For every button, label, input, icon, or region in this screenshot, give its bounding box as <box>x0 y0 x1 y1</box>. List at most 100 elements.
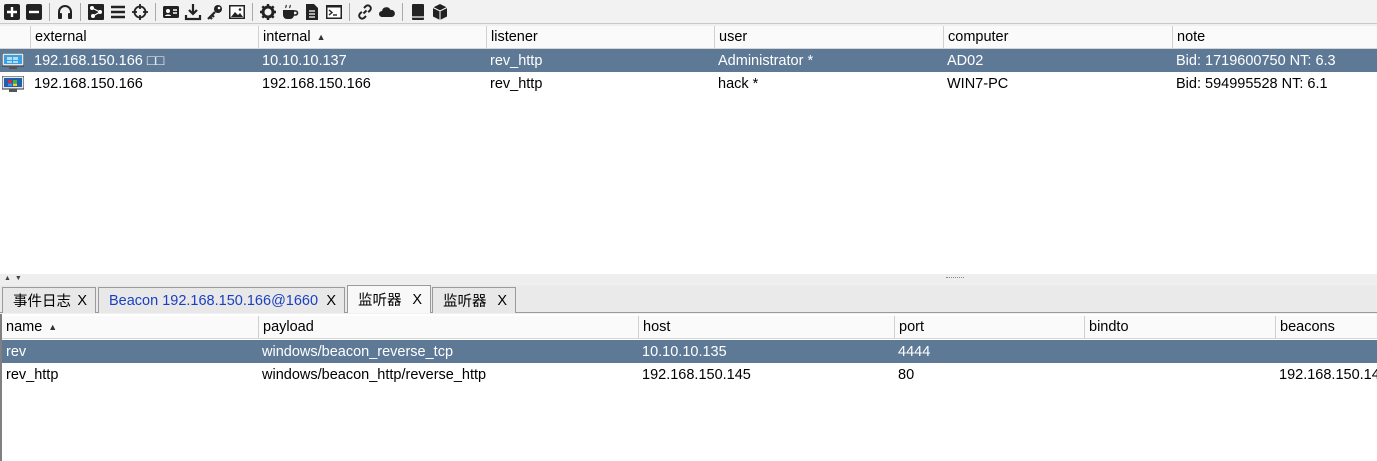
coffee-cup-icon[interactable] <box>279 1 301 23</box>
session-user: hack * <box>718 75 759 92</box>
session-note: Bid: 594995528 NT: 6.1 <box>1176 75 1328 92</box>
listeners-table-header: name ▲ payload host port bindto beacons <box>2 316 1377 339</box>
listener-bindto <box>1084 363 1275 386</box>
key-icon[interactable] <box>204 1 226 23</box>
session-list-icon[interactable] <box>107 1 129 23</box>
listener-beacons: 192.168.150.14 <box>1279 366 1377 383</box>
toolbar-separator <box>402 2 403 21</box>
column-header-label: note <box>1177 29 1206 45</box>
splitter-grip-icon[interactable] <box>946 277 964 280</box>
panel-splitter[interactable]: ▲▼ <box>0 274 1377 284</box>
session-listener: rev_http <box>490 52 543 69</box>
column-header-label: port <box>899 319 924 335</box>
minus-square-icon[interactable] <box>23 1 45 23</box>
toolbar-separator <box>349 2 350 21</box>
console-icon[interactable] <box>323 1 345 23</box>
session-row[interactable]: 192.168.150.166 192.168.150.166 rev_http… <box>0 72 1377 95</box>
listener-port: 4444 <box>898 343 931 360</box>
toolbar-separator <box>80 2 81 21</box>
book-icon[interactable] <box>407 1 429 23</box>
document-icon[interactable] <box>301 1 323 23</box>
listener-bindto <box>1084 340 1275 363</box>
column-header-computer[interactable]: computer <box>943 26 1172 48</box>
column-header-label: external <box>35 29 87 45</box>
tab-close-button[interactable]: X <box>497 293 507 309</box>
tab-label: Beacon 192.168.150.166@1660 <box>109 292 319 309</box>
tab-bar: 事件日志 X Beacon 192.168.150.166@1660 X 监听器… <box>0 285 1377 313</box>
sort-ascending-icon: ▲ <box>316 32 326 42</box>
cloud-icon[interactable] <box>376 1 398 23</box>
listener-row[interactable]: rev windows/beacon_reverse_tcp 10.10.10.… <box>2 340 1377 363</box>
link-icon[interactable] <box>354 1 376 23</box>
listener-beacons <box>1275 340 1377 363</box>
pivot-graph-icon[interactable] <box>85 1 107 23</box>
toolbar-separator <box>252 2 253 21</box>
column-header-note[interactable]: note <box>1172 26 1377 48</box>
column-header-payload[interactable]: payload <box>258 316 638 338</box>
sort-ascending-icon: ▲ <box>48 322 58 332</box>
column-header-label: payload <box>263 319 314 335</box>
tab-label: 事件日志 <box>13 294 71 310</box>
column-header-host[interactable]: host <box>638 316 894 338</box>
crosshair-icon[interactable] <box>129 1 151 23</box>
session-computer: WIN7-PC <box>947 75 1009 92</box>
toolbar <box>0 0 1377 24</box>
plus-square-icon[interactable] <box>1 1 23 23</box>
gear-icon[interactable] <box>257 1 279 23</box>
listener-port: 80 <box>898 366 915 383</box>
column-header-icon[interactable] <box>0 26 30 48</box>
column-header-name[interactable]: name ▲ <box>2 316 258 338</box>
download-icon[interactable] <box>182 1 204 23</box>
splitter-collapse-arrows-icon[interactable]: ▲▼ <box>4 274 26 284</box>
tab-close-button[interactable]: X <box>326 293 336 309</box>
column-header-port[interactable]: port <box>894 316 1084 338</box>
session-external: 192.168.150.166 □□ <box>34 52 165 69</box>
tab-close-button[interactable]: X <box>77 293 87 309</box>
column-header-label: user <box>719 29 748 45</box>
listener-payload: windows/beacon_reverse_tcp <box>262 343 454 360</box>
headphones-icon[interactable] <box>54 1 76 23</box>
column-header-label: beacons <box>1280 319 1335 335</box>
listener-name: rev <box>6 343 27 360</box>
session-internal: 10.10.10.137 <box>262 52 347 69</box>
column-header-bindto[interactable]: bindto <box>1084 316 1275 338</box>
listener-name: rev_http <box>6 366 59 383</box>
session-listener: rev_http <box>490 75 543 92</box>
listener-host: 10.10.10.135 <box>642 343 727 360</box>
column-header-label: listener <box>491 29 538 45</box>
column-header-user[interactable]: user <box>714 26 943 48</box>
package-cube-icon[interactable] <box>429 1 451 23</box>
session-internal: 192.168.150.166 <box>262 75 371 92</box>
column-header-label: bindto <box>1089 319 1129 335</box>
session-row[interactable]: 192.168.150.166 □□ 10.10.10.137 rev_http… <box>0 49 1377 72</box>
sessions-table: external internal ▲ listener user compute… <box>0 26 1377 275</box>
session-external: 192.168.150.166 <box>34 75 143 92</box>
windows-server-icon <box>0 49 30 72</box>
tab-beacon[interactable]: Beacon 192.168.150.166@1660 X <box>98 287 345 313</box>
toolbar-separator <box>155 2 156 21</box>
session-computer: AD02 <box>947 52 984 69</box>
toolbar-separator <box>49 2 50 21</box>
tab-close-button[interactable]: X <box>412 292 422 308</box>
windows-7-icon <box>0 72 30 95</box>
tab-label: 监听器 <box>443 294 487 310</box>
column-header-label: internal <box>263 29 311 45</box>
column-header-label: name <box>6 319 43 335</box>
session-user: Administrator * <box>718 52 814 69</box>
column-header-external[interactable]: external <box>30 26 258 48</box>
column-header-label: computer <box>948 29 1009 45</box>
tab-listeners[interactable]: 监听器 X <box>432 287 516 313</box>
tab-event-log[interactable]: 事件日志 X <box>2 287 96 313</box>
listener-payload: windows/beacon_http/reverse_http <box>262 366 487 383</box>
column-header-internal[interactable]: internal ▲ <box>258 26 486 48</box>
tab-listeners-active[interactable]: 监听器 X <box>347 285 431 313</box>
column-header-listener[interactable]: listener <box>486 26 714 48</box>
screenshot-image-icon[interactable] <box>226 1 248 23</box>
credentials-icon[interactable] <box>160 1 182 23</box>
listener-row[interactable]: rev_http windows/beacon_http/reverse_htt… <box>2 363 1377 386</box>
sessions-table-header: external internal ▲ listener user compute… <box>0 26 1377 49</box>
listener-host: 192.168.150.145 <box>642 366 751 383</box>
tab-label: 监听器 <box>358 293 402 309</box>
column-header-beacons[interactable]: beacons <box>1275 316 1377 338</box>
column-header-label: host <box>643 319 671 335</box>
